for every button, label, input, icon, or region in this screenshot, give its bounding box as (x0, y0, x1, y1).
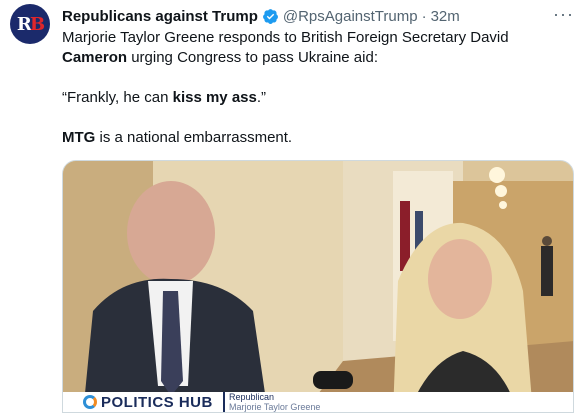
video-lower-third: POLITICS HUB Republican Marjorie Taylor … (63, 392, 573, 412)
author-handle[interactable]: @RpsAgainstTrump (283, 8, 418, 25)
tweet-header: Republicans against Trump @RpsAgainstTru… (62, 6, 576, 26)
more-options-icon[interactable]: ··· (553, 4, 574, 25)
brand-circle-icon (83, 395, 97, 409)
caption-top: Republican (229, 392, 275, 402)
politics-hub-logo: POLITICS HUB (63, 394, 223, 411)
tweet-line-1: Marjorie Taylor Greene responds to Briti… (62, 29, 509, 66)
video-player[interactable]: POLITICS HUB Republican Marjorie Taylor … (62, 160, 574, 413)
timestamp[interactable]: 32m (431, 8, 460, 25)
avatar[interactable]: RB (10, 4, 50, 44)
tweet-quote: “Frankly, he can kiss my ass.” (62, 89, 267, 106)
separator-dot: · (421, 7, 427, 25)
video-frame (63, 161, 573, 412)
avatar-logo: RB (16, 13, 45, 35)
tweet-text: Marjorie Taylor Greene responds to Briti… (62, 28, 562, 148)
tweet-line-3: MTG is a national embarrassment. (62, 129, 293, 146)
verified-badge-icon (262, 8, 278, 24)
caption-info: Republican Marjorie Taylor Greene (223, 392, 320, 412)
author-name[interactable]: Republicans against Trump (62, 8, 258, 25)
caption-bottom: Marjorie Taylor Greene (229, 402, 321, 412)
